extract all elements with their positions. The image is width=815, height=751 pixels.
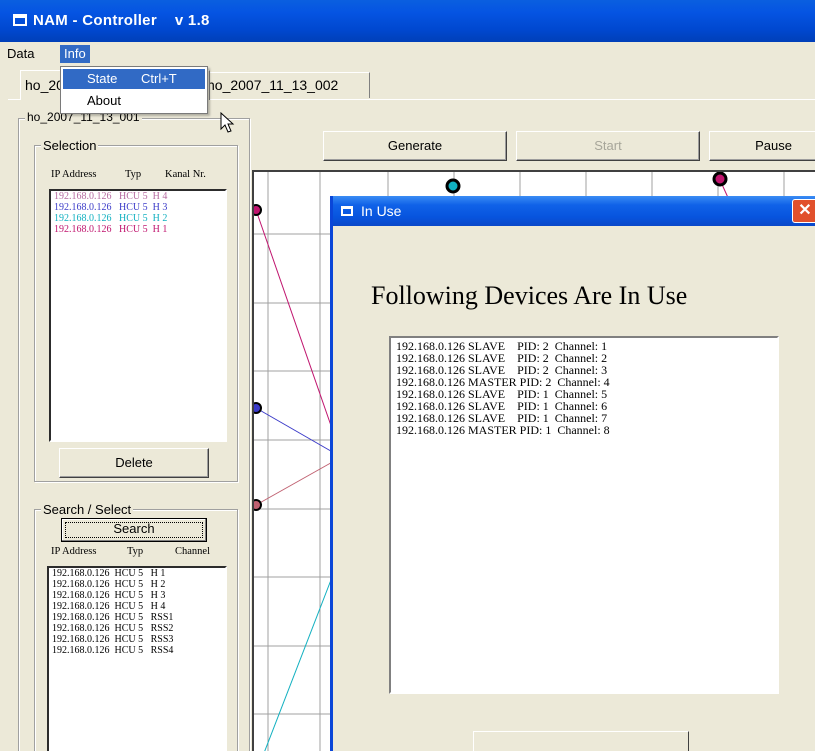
menu-item-label: About — [87, 93, 121, 108]
search-group-label: Search / Select — [41, 502, 134, 517]
search-button[interactable]: Search — [61, 518, 207, 542]
main-title-bar[interactable]: NAM - Controller v 1.8 — [0, 0, 815, 42]
menu-item-label: State — [87, 71, 118, 86]
channel-line — [264, 566, 337, 751]
search-col-ip: IP Address — [51, 546, 97, 557]
selection-group: Selection IP Address Typ Kanal Nr. 192.1… — [34, 138, 238, 482]
search-row[interactable]: 192.168.0.126 HCU 5 RSS2 — [49, 623, 225, 634]
channel-marker[interactable] — [254, 402, 262, 414]
selection-group-label: Selection — [41, 138, 99, 153]
selection-list[interactable]: 192.168.0.126 HCU 5 H 4 192.168.0.126 HC… — [49, 189, 227, 442]
tab-ho-2007-11-13-002[interactable]: ho_2007_11_13_002 — [198, 72, 370, 98]
selection-row[interactable]: 192.168.0.126 HCU 5 H 2 — [51, 213, 225, 224]
channel-marker[interactable] — [254, 204, 262, 216]
dialog-window-icon — [341, 206, 353, 216]
menu-bar: Data Info — [0, 42, 815, 66]
start-button[interactable]: Start — [516, 131, 700, 161]
search-row[interactable]: 192.168.0.126 HCU 5 H 3 — [49, 590, 225, 601]
search-row[interactable]: 192.168.0.126 HCU 5 H 4 — [49, 601, 225, 612]
generate-button[interactable]: Generate — [323, 131, 507, 161]
info-menu-dropdown: State Ctrl+T About — [60, 66, 208, 114]
search-list[interactable]: 192.168.0.126 HCU 5 H 1 192.168.0.126 HC… — [47, 566, 227, 751]
channel-marker[interactable] — [712, 172, 728, 187]
menu-info[interactable]: Info — [60, 45, 90, 63]
dialog-title-bar[interactable]: In Use ✕ — [333, 196, 815, 226]
dialog-heading: Following Devices Are In Use — [371, 281, 688, 310]
search-col-channel: Channel — [175, 546, 210, 557]
selection-col-typ: Typ — [125, 169, 142, 180]
close-icon[interactable]: ✕ — [792, 199, 815, 223]
app-window-icon — [13, 14, 27, 26]
devices-in-use-list[interactable]: 192.168.0.126 SLAVE PID: 2 Channel: 1 19… — [389, 336, 779, 694]
focus-rect — [65, 522, 203, 538]
menu-item-about[interactable]: About — [63, 91, 205, 111]
delete-button[interactable]: Delete — [59, 448, 209, 478]
selection-col-ip: IP Address — [51, 169, 97, 180]
selection-col-kanal: Kanal Nr. — [165, 169, 206, 180]
menu-item-state[interactable]: State Ctrl+T — [63, 69, 205, 89]
search-row[interactable]: 192.168.0.126 HCU 5 RSS3 — [49, 634, 225, 645]
selection-row[interactable]: 192.168.0.126 HCU 5 H 1 — [51, 224, 225, 235]
search-row[interactable]: 192.168.0.126 HCU 5 H 1 — [49, 568, 225, 579]
search-col-typ: Typ — [127, 546, 144, 557]
search-row[interactable]: 192.168.0.126 HCU 5 H 2 — [49, 579, 225, 590]
pause-button[interactable]: Pause — [709, 131, 815, 161]
search-group: Search / Select Search IP Address Typ Ch… — [34, 502, 238, 751]
selection-row[interactable]: 192.168.0.126 HCU 5 H 4 — [51, 191, 225, 202]
tab-label: ho_2007_11_13_002 — [207, 77, 339, 93]
channel-marker[interactable] — [254, 499, 262, 511]
dialog-ok-button[interactable] — [473, 731, 689, 751]
menu-item-shortcut: Ctrl+T — [141, 71, 177, 86]
dialog-title: In Use — [361, 203, 402, 219]
window-title: NAM - Controller v 1.8 — [33, 12, 210, 29]
search-row[interactable]: 192.168.0.126 HCU 5 RSS4 — [49, 645, 225, 656]
in-use-dialog: In Use ✕ Following Devices Are In Use 19… — [330, 196, 815, 751]
device-row[interactable]: 192.168.0.126 MASTER PID: 1 Channel: 8 — [391, 424, 777, 436]
mouse-cursor-icon — [220, 112, 235, 133]
menu-data[interactable]: Data — [3, 45, 38, 63]
selection-row[interactable]: 192.168.0.126 HCU 5 H 3 — [51, 202, 225, 213]
channel-marker[interactable] — [445, 178, 461, 194]
search-row[interactable]: 192.168.0.126 HCU 5 RSS1 — [49, 612, 225, 623]
